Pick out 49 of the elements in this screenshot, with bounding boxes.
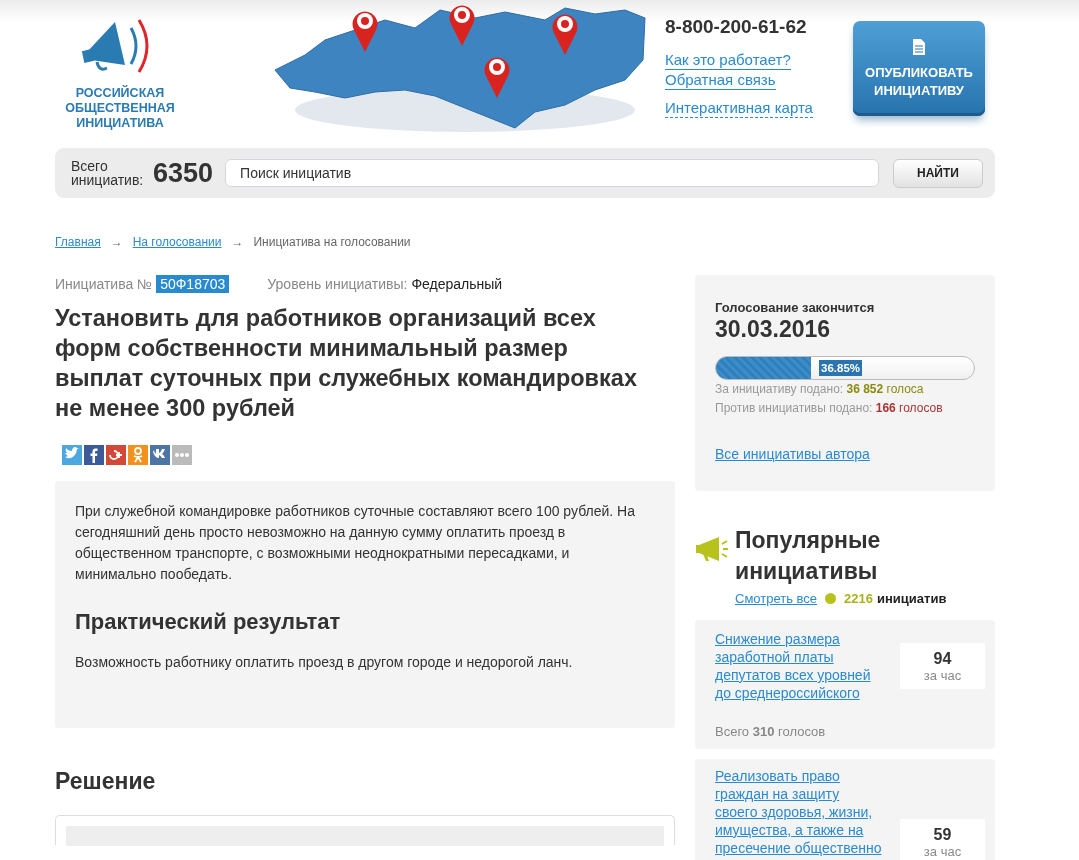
initiative-title: Установить для работников организаций всех форм собственности минимальный размер выплат суточных при служебных командировках не менее 300 рублей xyxy=(55,304,638,423)
phone-number: 8-800-200-61-62 xyxy=(665,16,808,38)
description-text: При служебной командировке работников суточные составляют всего 100 рублей. На сегодняшний день просто невозможно на данную сумму оплатить проезд в общественном транспорте, с возможными неоднократными пересадками, и минимально пообедать. xyxy=(75,502,635,584)
document-icon xyxy=(912,37,926,56)
header-link[interactable]: Как это работает? xyxy=(665,50,791,70)
share-button[interactable] xyxy=(150,445,170,465)
voting-ends-label: Голосование закончится xyxy=(715,300,876,315)
result-text: Возможность работнику оплатить проезд в другом городе и недорогой ланч. xyxy=(75,653,574,672)
initiatives-count: 2216 xyxy=(844,591,873,606)
see-all-link[interactable]: Смотреть все xyxy=(735,591,818,606)
breadcrumb-separator: → xyxy=(110,235,123,249)
total-label: Всего инициатив: xyxy=(71,159,145,187)
votes-for-label: За инициативу подано: xyxy=(715,382,845,396)
end-date: 30.03.2016 xyxy=(715,316,832,343)
hourly-votes-count: 59 xyxy=(933,825,952,844)
popular-heading: Популярные инициативы xyxy=(735,526,882,586)
breadcrumb-link[interactable]: Главная xyxy=(55,235,101,249)
votes-against-count: 166 голосов xyxy=(875,401,943,415)
megaphone-icon xyxy=(695,535,729,563)
breadcrumb-link[interactable]: На голосовании xyxy=(132,235,222,249)
number-label: Инициатива № xyxy=(55,276,153,292)
search-field[interactable]: Поиск инициатив xyxy=(225,159,879,187)
total-count: 6350 xyxy=(153,157,214,189)
publish-button[interactable]: ОПУБЛИКОВАТЬ ИНИЦИАТИВУ xyxy=(853,21,985,116)
logo-text[interactable]: РОССИЙСКАЯ ОБЩЕСТВЕННАЯ ИНИЦИАТИВА xyxy=(65,86,175,131)
total-votes: Всего 310 голосов xyxy=(715,724,827,739)
hourly-votes-label: за час xyxy=(923,843,962,859)
hourly-votes-count: 94 xyxy=(933,649,952,668)
share-button[interactable] xyxy=(84,445,104,465)
more-icon xyxy=(175,453,189,457)
breadcrumb-current: Инициатива на голосовании xyxy=(253,235,411,249)
section-heading: Решение xyxy=(55,768,157,795)
level-label: Уровень инициативы: xyxy=(267,276,408,292)
initiatives-count-label: инициатив xyxy=(877,591,947,606)
initiative-link[interactable]: Снижение размера заработной платы депутатов всех уровней до среднероссийского xyxy=(715,630,885,702)
progress-percent: 36.85% xyxy=(819,360,863,376)
header-link[interactable]: Интерактивная карта xyxy=(665,98,813,118)
section-heading: Практический результат xyxy=(75,611,342,632)
author-initiatives-link[interactable]: Все инициативы автора xyxy=(715,446,870,462)
search-button[interactable]: НАЙТИ xyxy=(893,158,983,188)
breadcrumb-separator: → xyxy=(231,235,244,249)
status-dot xyxy=(825,593,837,604)
level-value: Федеральный xyxy=(411,276,503,292)
hourly-votes-label: за час xyxy=(923,667,962,683)
votes-against-label: Против инициативы подано: xyxy=(715,401,874,415)
initiative-link[interactable]: Реализовать право граждан на защиту своего здоровья, жизни, имущества, а также на пресечение общественно xyxy=(715,767,885,857)
votes-for-count: 36 852 голоса xyxy=(846,382,924,396)
header-link[interactable]: Обратная связь xyxy=(665,70,776,90)
initiative-number: 50Ф18703 xyxy=(156,275,230,293)
